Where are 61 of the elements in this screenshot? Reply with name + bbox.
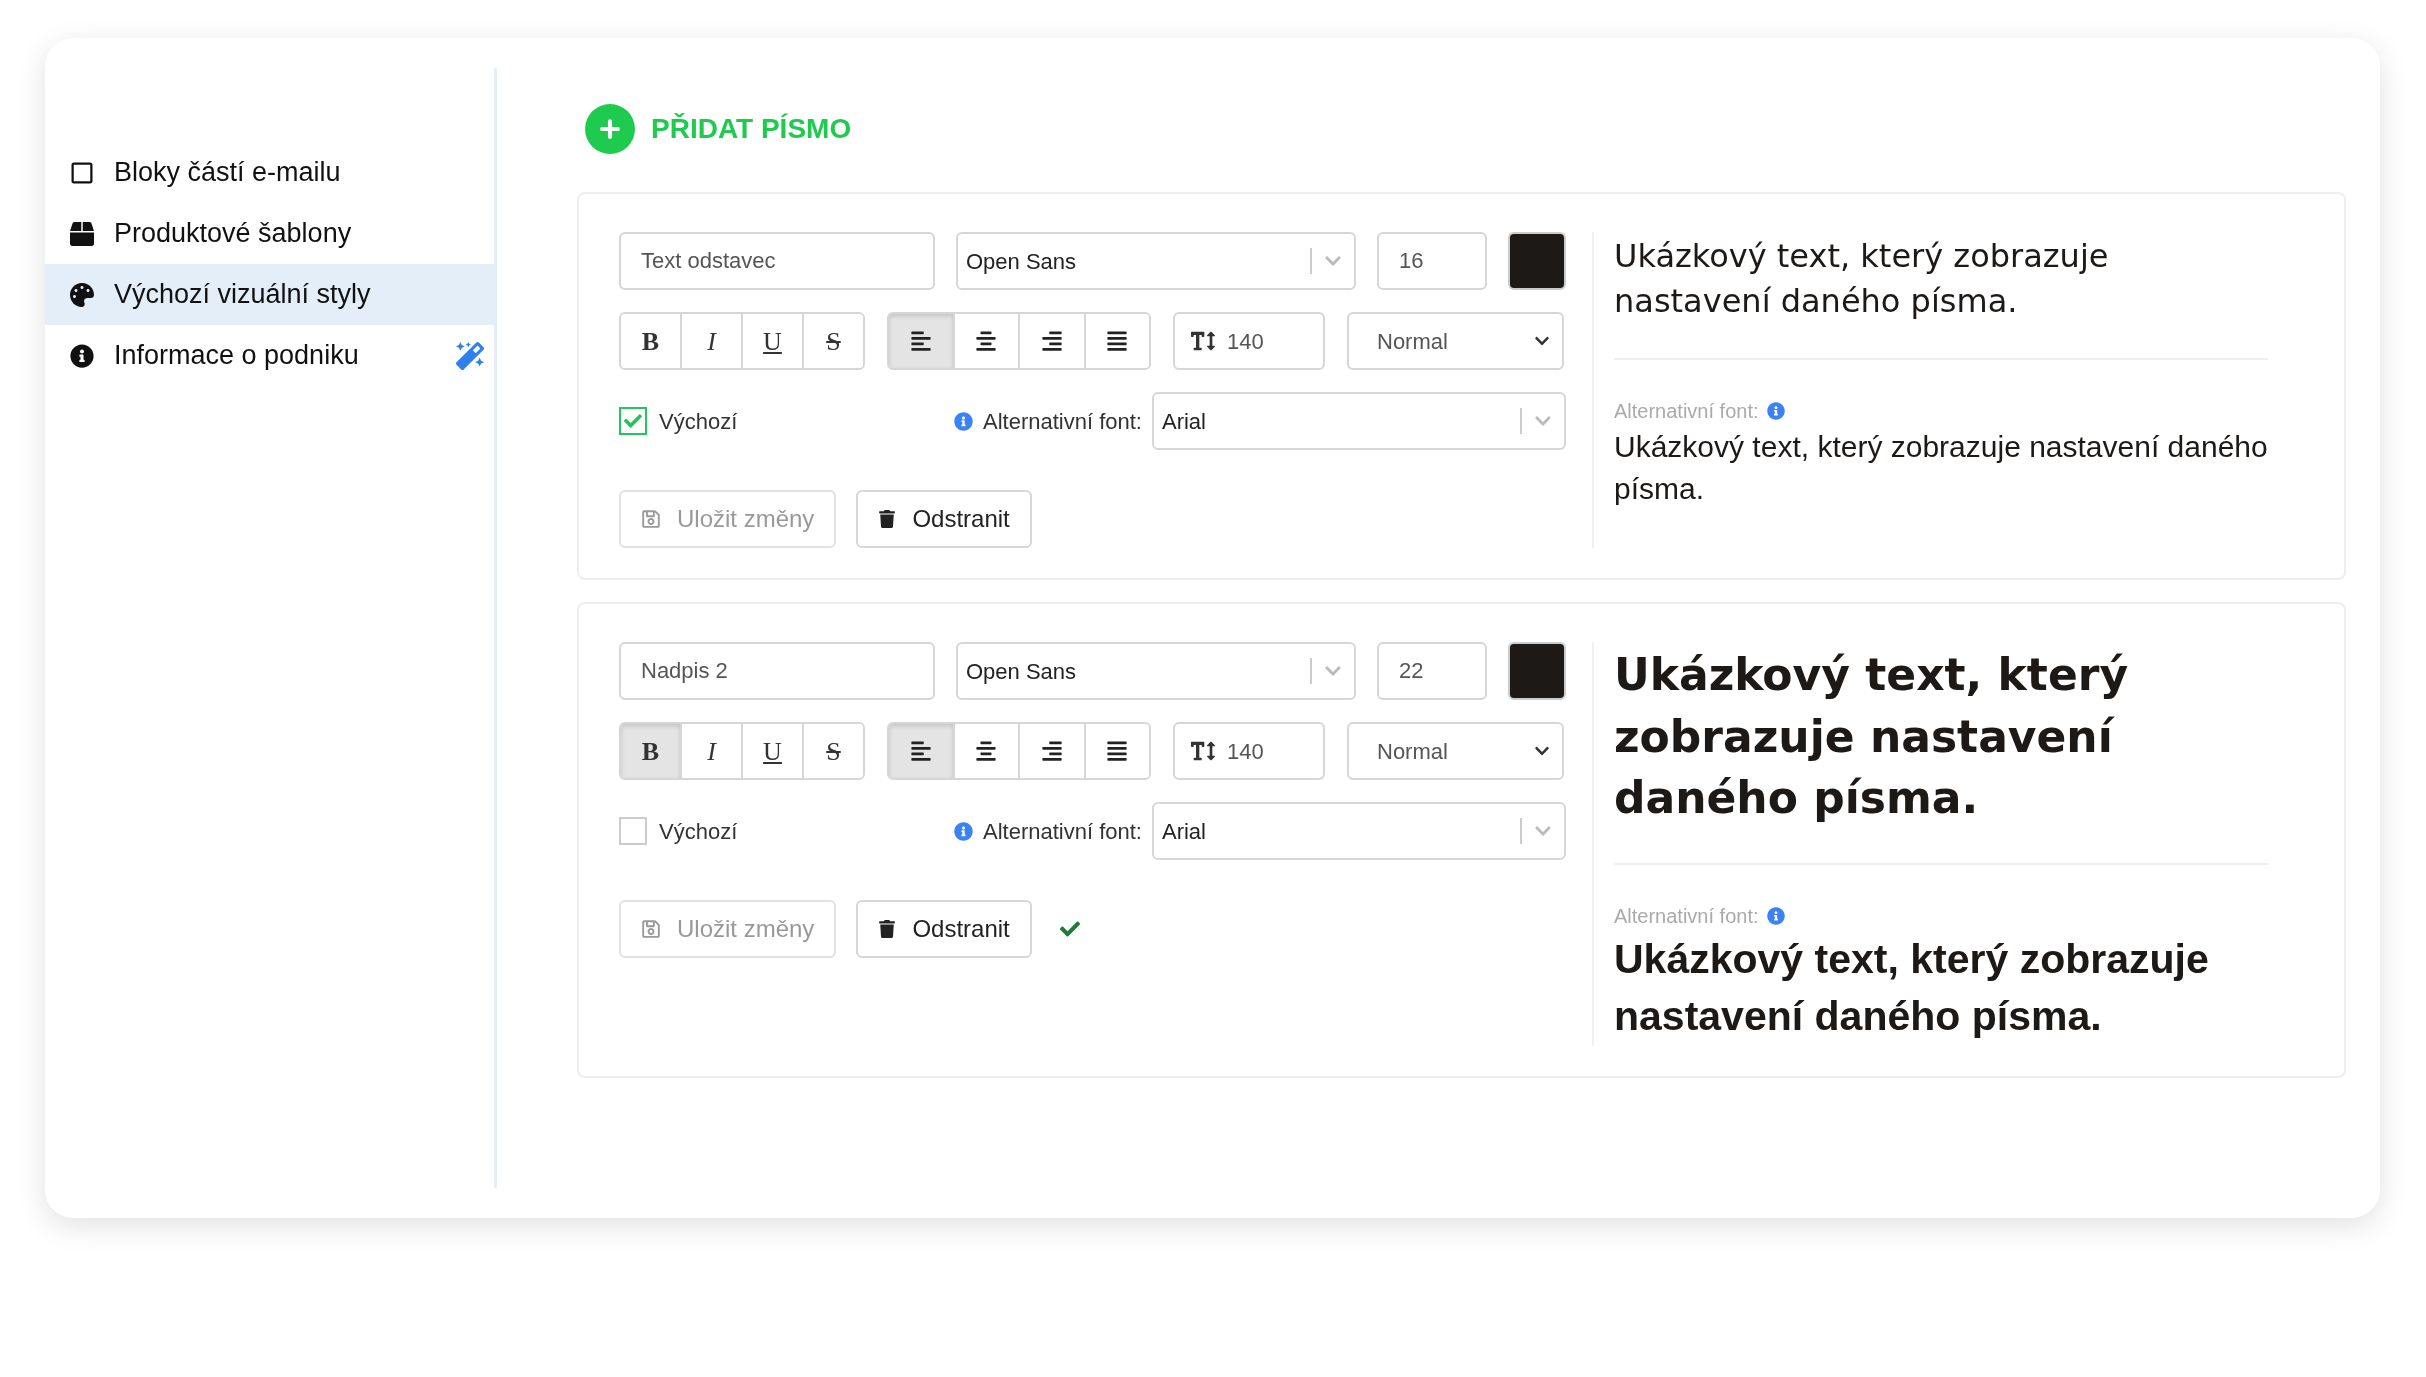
- default-label: Výchozí: [659, 407, 739, 436]
- align-right-icon: [1040, 330, 1063, 352]
- sidebar-item[interactable]: Bloky částí e-mailu: [45, 142, 494, 203]
- align-left-icon: [909, 330, 932, 352]
- font-size-field[interactable]: 22: [1377, 642, 1487, 700]
- info-icon: [70, 343, 94, 368]
- text-style-button[interactable]: S: [802, 724, 863, 778]
- default-label: Výchozí: [659, 817, 739, 846]
- preview-text: Ukázkový text, který zobrazuje nastavení daného písma.: [1614, 234, 2268, 360]
- alternative-font-select[interactable]: Arial: [1152, 802, 1566, 860]
- trash-icon: [878, 510, 897, 528]
- line-height-field[interactable]: 140: [1173, 722, 1325, 780]
- line-height-field[interactable]: 140: [1173, 312, 1325, 370]
- alternative-font-label: Alternativní font:: [983, 817, 1142, 846]
- info-icon: [1766, 401, 1785, 420]
- box-icon: [70, 221, 94, 246]
- align-center-icon: [975, 740, 998, 762]
- default-checkbox[interactable]: [619, 817, 647, 845]
- info-icon: [1766, 906, 1785, 925]
- text-height-icon: [1191, 329, 1215, 353]
- alternative-font-caption: Alternativní font:: [1614, 903, 1759, 929]
- plus-icon: [585, 104, 635, 154]
- color-swatch[interactable]: [1508, 642, 1566, 700]
- default-checkbox[interactable]: [619, 407, 647, 435]
- align-left-icon: [909, 740, 932, 762]
- align-justify-icon: [1106, 740, 1129, 762]
- delete-button[interactable]: Odstranit: [856, 490, 1032, 548]
- sidebar-item[interactable]: Informace o podniku: [45, 325, 494, 386]
- font-family-select[interactable]: Open Sans: [956, 232, 1356, 290]
- alternative-font-select[interactable]: Arial: [1152, 392, 1566, 450]
- font-weight-select[interactable]: Normal: [1347, 312, 1564, 370]
- alternative-font-caption: Alternativní font:: [1614, 398, 1759, 424]
- check-icon: [624, 412, 642, 430]
- alternative-preview-text: Ukázkový text, který zobrazuje nastavení daného písma.: [1614, 934, 2210, 1042]
- align-button[interactable]: [1083, 314, 1149, 368]
- text-height-icon: [1191, 739, 1215, 763]
- align-justify-icon: [1106, 330, 1129, 352]
- font-size-field[interactable]: 16: [1377, 232, 1487, 290]
- magic-wand-icon: [456, 341, 484, 370]
- font-weight-select[interactable]: Normal: [1347, 722, 1564, 780]
- sidebar-item[interactable]: Výchozí vizuální styly: [45, 264, 494, 325]
- trash-icon: [878, 920, 897, 938]
- delete-button[interactable]: Odstranit: [856, 900, 1032, 958]
- text-style-button[interactable]: B: [621, 724, 680, 778]
- align-button[interactable]: [889, 314, 953, 368]
- align-right-icon: [1040, 740, 1063, 762]
- info-icon: [954, 821, 973, 841]
- font-name-field[interactable]: Nadpis 2: [619, 642, 935, 700]
- font-name-field[interactable]: Text odstavec: [619, 232, 935, 290]
- color-swatch[interactable]: [1508, 232, 1566, 290]
- preview-text: Ukázkový text, který zobrazuje nastavení daného písma.: [1614, 644, 2268, 865]
- info-icon: [954, 411, 973, 431]
- align-button[interactable]: [889, 724, 953, 778]
- align-button[interactable]: [1083, 724, 1149, 778]
- palette-icon: [70, 282, 94, 307]
- align-center-icon: [975, 330, 998, 352]
- alternative-preview-text: Ukázkový text, který zobrazuje nastavení daného písma.: [1614, 428, 2268, 507]
- sidebar-item[interactable]: Produktové šablony: [45, 203, 494, 264]
- alternative-font-label: Alternativní font:: [983, 407, 1142, 436]
- text-style-button[interactable]: S: [802, 314, 863, 368]
- font-family-select[interactable]: Open Sans: [956, 642, 1356, 700]
